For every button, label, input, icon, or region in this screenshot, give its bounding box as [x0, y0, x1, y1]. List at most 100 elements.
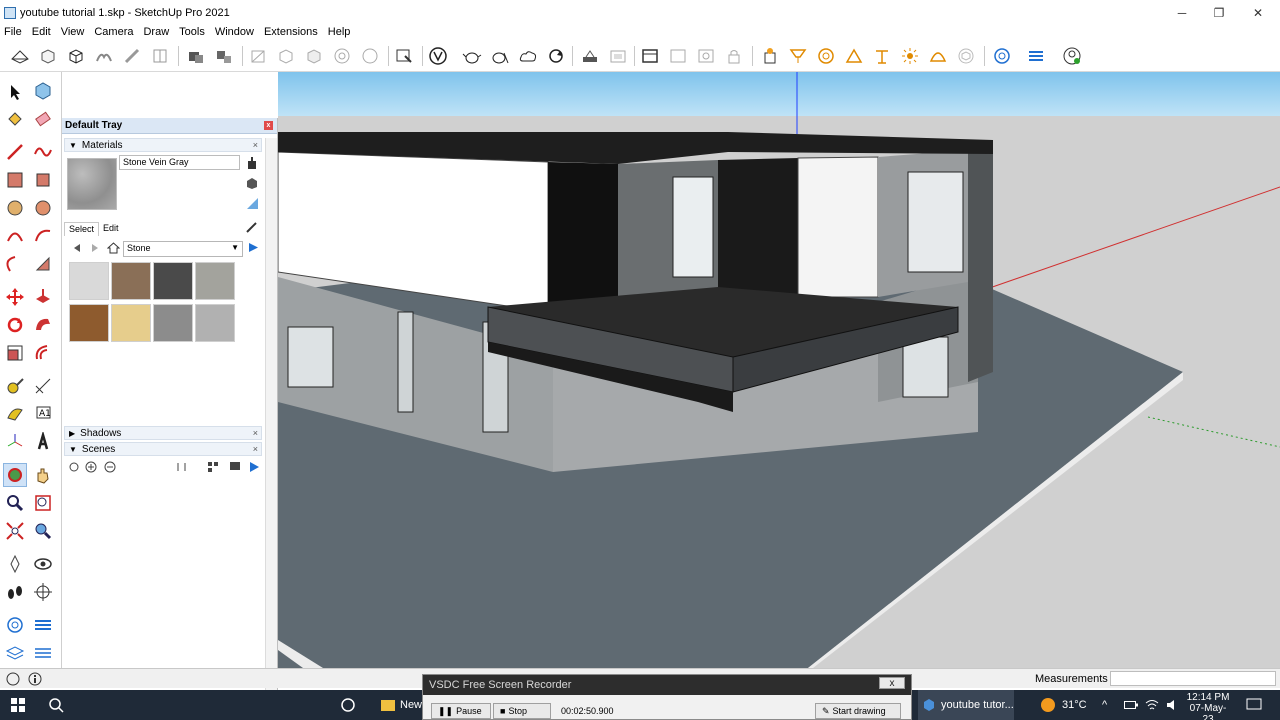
- layers-stack-icon[interactable]: [3, 641, 27, 665]
- pencil-tool-icon[interactable]: [120, 45, 144, 67]
- measurements-input[interactable]: [1110, 671, 1276, 686]
- temperature-label[interactable]: 31°C: [1062, 690, 1087, 720]
- zoom-tool-icon[interactable]: [3, 491, 27, 515]
- geometry-icon[interactable]: [990, 45, 1014, 67]
- rotate-tool-icon[interactable]: [3, 313, 27, 337]
- sketchup-taskbar-item[interactable]: youtube tutor...: [918, 690, 1014, 720]
- terrain-icon[interactable]: [31, 613, 55, 637]
- windows-start-icon[interactable]: [10, 690, 26, 720]
- start-drawing-button[interactable]: ✎ Start drawing: [815, 703, 901, 719]
- tray-scrollbar[interactable]: [265, 138, 277, 720]
- dome-light-icon[interactable]: [926, 45, 950, 67]
- tray-chevron-up-icon[interactable]: ^: [1102, 690, 1107, 720]
- solid-tools-icon[interactable]: [246, 45, 270, 67]
- cloud-render-icon[interactable]: [516, 45, 540, 67]
- task-view-icon[interactable]: [340, 690, 356, 720]
- shadows-close-icon[interactable]: ×: [253, 428, 258, 438]
- asset-editor-icon[interactable]: [578, 45, 602, 67]
- scenes-section-header[interactable]: ▼ Scenes ×: [64, 442, 262, 456]
- subtract-icon[interactable]: [302, 45, 326, 67]
- menu-window[interactable]: Window: [215, 26, 254, 38]
- menu-draw[interactable]: Draw: [143, 26, 169, 38]
- union-icon[interactable]: [274, 45, 298, 67]
- material-swatch[interactable]: [69, 304, 109, 342]
- material-swatch[interactable]: [153, 262, 193, 300]
- model-viewport[interactable]: [278, 72, 1280, 668]
- text-tool-icon[interactable]: A1: [31, 402, 55, 426]
- mesh-light-icon[interactable]: [954, 45, 978, 67]
- previous-view-icon[interactable]: [31, 519, 55, 543]
- sync-icon[interactable]: [544, 45, 568, 67]
- move-tool-icon[interactable]: [3, 285, 27, 309]
- minimize-button[interactable]: ─: [1162, 0, 1202, 26]
- zoom-extents-icon[interactable]: [3, 519, 27, 543]
- sandbox-icon[interactable]: [92, 45, 116, 67]
- orbit-tool-icon[interactable]: [3, 463, 27, 487]
- follow-me-icon[interactable]: [31, 313, 55, 337]
- tray-close-button[interactable]: x: [264, 121, 273, 130]
- create-material-icon[interactable]: [245, 156, 259, 173]
- protractor-icon[interactable]: [3, 402, 27, 426]
- vsdc-close-button[interactable]: x: [879, 677, 905, 689]
- rectangle-tool-icon[interactable]: [3, 168, 27, 192]
- home-icon[interactable]: [106, 241, 121, 257]
- fur-icon[interactable]: [1024, 45, 1048, 67]
- user-account-icon[interactable]: [1062, 45, 1086, 67]
- section-plane-icon[interactable]: [8, 45, 32, 67]
- arc-tool-icon[interactable]: [3, 224, 27, 248]
- move-scene-icon[interactable]: [175, 461, 205, 476]
- paint-bucket-icon[interactable]: [3, 107, 27, 131]
- volume-icon[interactable]: [1166, 690, 1180, 720]
- light-gen-icon[interactable]: [758, 45, 782, 67]
- walk-tool-icon[interactable]: [3, 580, 27, 604]
- two-point-arc-icon[interactable]: [31, 224, 55, 248]
- iso-view-icon[interactable]: [36, 45, 60, 67]
- offset-tool-icon[interactable]: [31, 341, 55, 365]
- materials-section-header[interactable]: ▼ Materials ×: [64, 138, 262, 152]
- components-window-icon[interactable]: [392, 45, 416, 67]
- section-tool-icon[interactable]: [31, 580, 55, 604]
- file-explorer-taskbar-item[interactable]: New: [380, 690, 422, 720]
- menu-help[interactable]: Help: [328, 26, 351, 38]
- line-tool-icon[interactable]: [3, 140, 27, 164]
- lights-icon[interactable]: [694, 45, 718, 67]
- pause-button[interactable]: ❚❚ Pause: [431, 703, 491, 719]
- material-preview-swatch[interactable]: [67, 158, 117, 210]
- battery-icon[interactable]: [1124, 690, 1138, 720]
- select-arrow-icon[interactable]: [3, 80, 27, 104]
- pan-hand-icon[interactable]: [31, 463, 55, 487]
- scene-details-icon[interactable]: [248, 461, 260, 476]
- menu-view[interactable]: View: [61, 26, 85, 38]
- material-swatch[interactable]: [195, 304, 235, 342]
- material-library-dropdown[interactable]: Stone ▼: [123, 241, 243, 257]
- freehand-icon[interactable]: [31, 140, 55, 164]
- material-swatch[interactable]: [195, 262, 235, 300]
- frame-buffer-icon[interactable]: [606, 45, 630, 67]
- component-icon[interactable]: [148, 45, 172, 67]
- material-editor-icon[interactable]: [666, 45, 690, 67]
- add-scene-icon[interactable]: [85, 461, 97, 476]
- teapot-render-icon[interactable]: [460, 45, 484, 67]
- info-icon[interactable]: [28, 672, 42, 689]
- sphere-light-icon[interactable]: [814, 45, 838, 67]
- default-paint-icon[interactable]: [245, 176, 259, 193]
- forward-arrow-icon[interactable]: [89, 242, 101, 257]
- photo-texture-icon[interactable]: [31, 641, 55, 665]
- scale-tool-icon[interactable]: [3, 341, 27, 365]
- details-arrow-icon[interactable]: [247, 241, 260, 257]
- position-camera-icon[interactable]: [3, 552, 27, 576]
- view-options-icon[interactable]: [207, 461, 221, 476]
- vray-icon[interactable]: [426, 45, 450, 67]
- tab-select[interactable]: Select: [64, 222, 100, 236]
- push-pull-icon[interactable]: [31, 285, 55, 309]
- paint-icon[interactable]: [212, 45, 236, 67]
- menu-file[interactable]: File: [4, 26, 22, 38]
- materials-close-icon[interactable]: ×: [253, 140, 258, 150]
- circle-tool-icon[interactable]: [3, 196, 27, 220]
- material-swatch[interactable]: [69, 262, 109, 300]
- pie-tool-icon[interactable]: [31, 252, 55, 276]
- zoom-window-icon[interactable]: [31, 491, 55, 515]
- polygon-tool-icon[interactable]: [31, 196, 55, 220]
- menu-edit[interactable]: Edit: [32, 26, 51, 38]
- window-icon[interactable]: [638, 45, 662, 67]
